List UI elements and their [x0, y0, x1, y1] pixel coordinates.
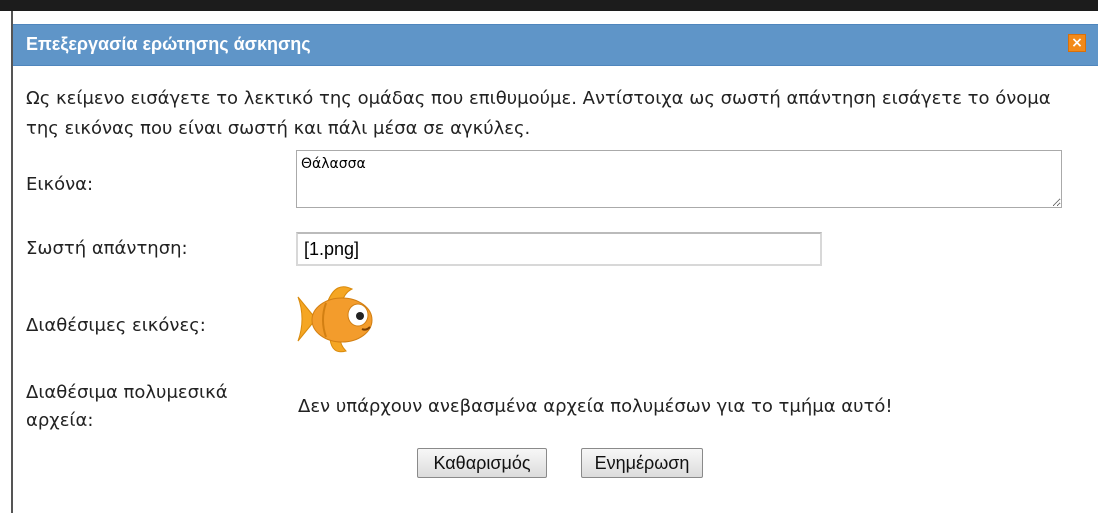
window-left-border	[0, 11, 13, 513]
instructions-text: Ως κείμενο εισάγετε το λεκτικό της ομάδα…	[26, 88, 1051, 139]
no-media-message: Δεν υπάρχουν ανεβασμένα αρχεία πολυμέσων…	[298, 396, 893, 417]
correct-answer-input[interactable]	[296, 232, 822, 266]
clear-button[interactable]: Καθαρισμός	[417, 448, 547, 478]
update-button[interactable]: Ενημέρωση	[581, 448, 703, 478]
available-images-label: Διαθέσιμες εικόνες:	[26, 315, 206, 336]
correct-answer-label: Σωστή απάντηση:	[26, 238, 188, 259]
edit-question-dialog: Επεξεργασία ερώτησης άσκησης × Ως κείμεν…	[13, 11, 1098, 513]
dialog-title: Επεξεργασία ερώτησης άσκησης	[26, 34, 311, 54]
image-text-field[interactable]: Θάλασσα	[296, 150, 1062, 208]
dialog-titlebar[interactable]: Επεξεργασία ερώτησης άσκησης ×	[13, 24, 1098, 66]
window-top-border	[0, 0, 1098, 11]
goldfish-icon	[297, 286, 373, 353]
close-icon: ×	[1071, 35, 1083, 51]
available-image-thumbnail[interactable]	[296, 279, 376, 359]
media-files-label: Διαθέσιμα πολυμεσικά αρχεία:	[26, 382, 228, 431]
close-button[interactable]: ×	[1068, 34, 1086, 52]
image-label: Εικόνα:	[26, 174, 94, 195]
